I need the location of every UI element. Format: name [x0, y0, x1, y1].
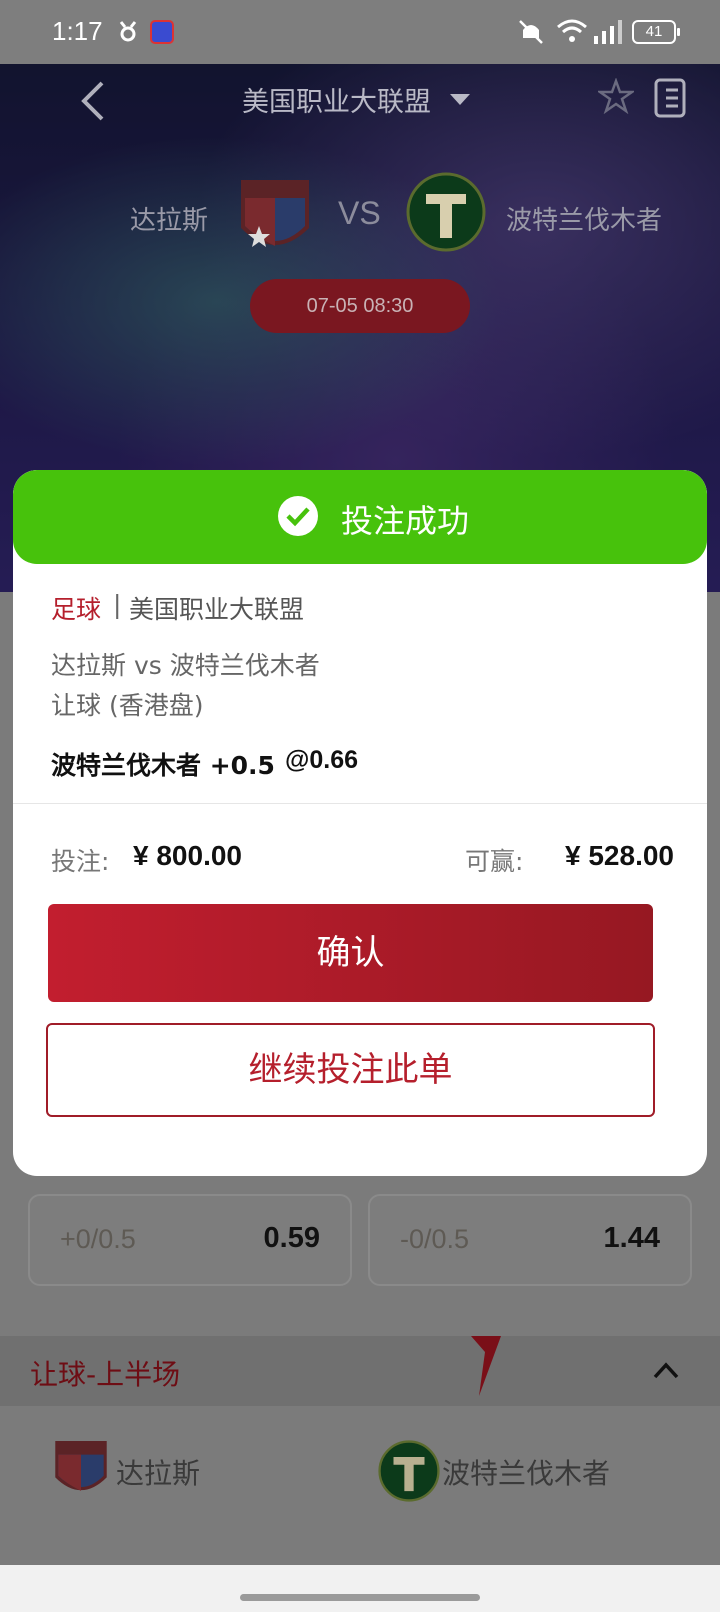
stake-label: 投注: [51, 847, 110, 876]
navigation-bar [0, 1565, 720, 1612]
handicap-line: -0/0.5 [400, 1224, 470, 1254]
portland-timbers-logo [378, 1440, 440, 1502]
back-arrow-icon[interactable] [78, 79, 108, 123]
wifi-icon [557, 19, 587, 42]
section-header[interactable]: 让球-上半场 [0, 1336, 720, 1406]
potential-win-value: ¥ 528.00 [565, 840, 674, 871]
decorative-slash-icon [471, 1336, 501, 1396]
handicap-line: +0/0.5 [60, 1224, 136, 1254]
favorite-star-icon[interactable] [598, 78, 634, 114]
odds-price: 0.59 [263, 1222, 320, 1254]
selection-odds: @0.66 [285, 746, 359, 774]
check-circle-icon [278, 496, 318, 536]
bet-record-icon[interactable] [652, 78, 688, 118]
stake-value: ¥ 800.00 [133, 840, 242, 871]
match-label: 达拉斯 vs 波特兰伐木者 [51, 651, 320, 680]
home-team-name: 达拉斯 [130, 206, 209, 236]
chevron-up-icon[interactable] [652, 1360, 680, 1380]
kickoff-time: 07-05 08:30 [250, 279, 470, 333]
section-title: 让球-上半场 [30, 1358, 181, 1391]
home-indicator[interactable] [240, 1594, 480, 1601]
fc-dallas-logo [241, 180, 309, 247]
odds-card-away[interactable]: -0/0.5 1.44 [368, 1194, 692, 1286]
home-team-name: 达拉斯 [116, 1457, 201, 1490]
fc-dallas-logo [55, 1441, 107, 1491]
app-notification-icon [150, 20, 174, 44]
divider [13, 803, 707, 804]
mute-icon [519, 20, 543, 44]
odds-price: 1.44 [603, 1222, 660, 1254]
odds-card-home[interactable]: +0/0.5 0.59 [28, 1194, 352, 1286]
confirm-button[interactable]: 确认 [48, 904, 653, 1002]
dropdown-caret-icon[interactable] [450, 94, 470, 105]
away-team-name: 波特兰伐木者 [506, 206, 663, 236]
dialog-title: 投注成功 [341, 502, 470, 540]
signal-icon [594, 20, 622, 44]
sport-label: 足球 [51, 595, 102, 624]
portland-timbers-logo [406, 172, 486, 252]
market-label: 让球 (香港盘) [51, 691, 204, 720]
league-label: 美国职业大联盟 [129, 595, 305, 624]
versus-label: VS [338, 195, 381, 231]
bet-again-button[interactable]: 继续投注此单 [46, 1023, 655, 1117]
alarm-icon [119, 21, 137, 42]
status-bar: 1:17 41 [0, 0, 720, 64]
selection-label: 波特兰伐木者 +0.5 [51, 751, 275, 780]
league-selector[interactable]: 美国职业大联盟 [242, 80, 431, 119]
clock: 1:17 [52, 16, 103, 46]
battery-icon: 41 [632, 20, 680, 44]
bet-success-dialog: 投注成功 足球 | 美国职业大联盟 达拉斯 vs 波特兰伐木者 让球 (香港盘)… [13, 470, 707, 1176]
away-team-name: 波特兰伐木者 [442, 1457, 611, 1490]
potential-win-label: 可赢: [465, 847, 524, 876]
separator: | [113, 590, 122, 619]
dialog-header: 投注成功 [13, 470, 707, 564]
